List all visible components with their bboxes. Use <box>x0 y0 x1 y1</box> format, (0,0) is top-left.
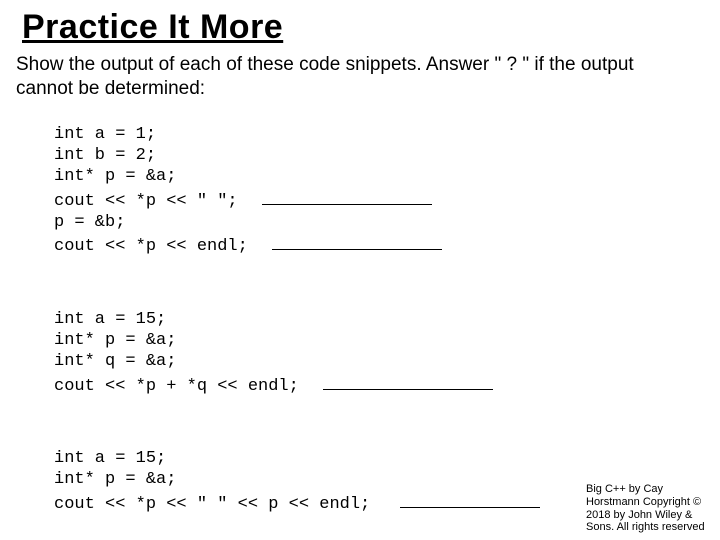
slide: Practice It More Show the output of each… <box>0 0 720 540</box>
code-line: int* p = &a; <box>54 470 176 489</box>
code-snippet-1: int a = 1; int b = 2; int* p = &a; cout … <box>54 103 706 258</box>
code-line: int* p = &a; <box>54 167 176 186</box>
code-line: cout << *p << " " << p << endl; <box>54 495 370 514</box>
answer-blank[interactable] <box>400 491 540 508</box>
code-line: int a = 1; <box>54 125 156 144</box>
page-title: Practice It More <box>22 8 706 47</box>
answer-blank[interactable] <box>323 373 493 390</box>
code-line: int a = 15; <box>54 449 166 468</box>
code-line: int b = 2; <box>54 146 156 165</box>
code-line: cout << *p << " "; <box>54 192 238 211</box>
code-line: p = &b; <box>54 213 125 232</box>
copyright-footer: Big C++ by Cay Horstmann Copyright © 201… <box>586 483 716 534</box>
code-snippet-2: int a = 15; int* p = &a; int* q = &a; co… <box>54 288 706 397</box>
prompt-text: Show the output of each of these code sn… <box>16 53 666 101</box>
code-line: int a = 15; <box>54 310 166 329</box>
answer-blank[interactable] <box>262 188 432 205</box>
code-line: int* p = &a; <box>54 331 176 350</box>
code-line: int* q = &a; <box>54 352 176 371</box>
code-line: cout << *p + *q << endl; <box>54 377 299 396</box>
code-line: cout << *p << endl; <box>54 237 248 256</box>
answer-blank[interactable] <box>272 233 442 250</box>
